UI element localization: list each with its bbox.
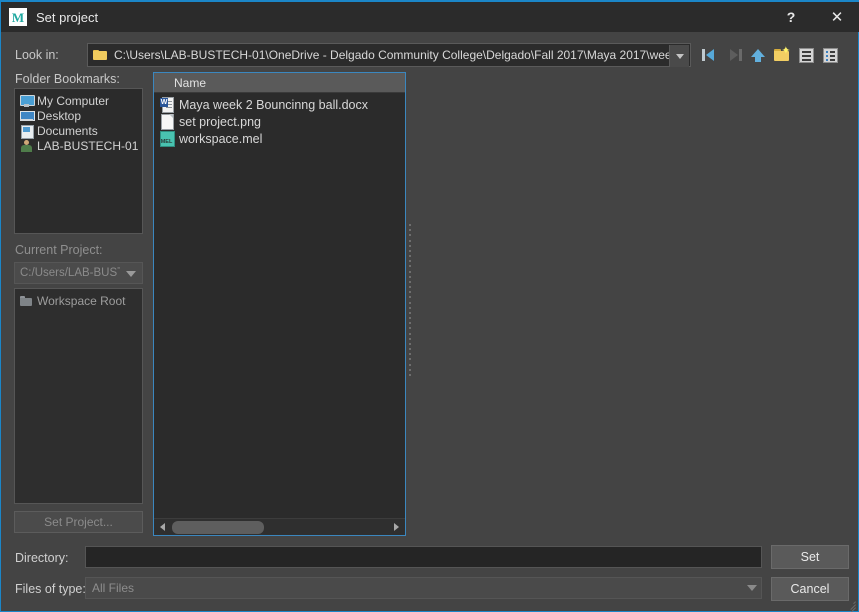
new-folder-icon: ✦ bbox=[773, 45, 791, 62]
arrow-back-bar bbox=[702, 49, 705, 61]
sparkle-icon: ✦ bbox=[781, 45, 791, 57]
bookmark-label: My Computer bbox=[37, 93, 110, 108]
set-button[interactable]: Set bbox=[771, 545, 849, 569]
set-project-button: Set Project... bbox=[14, 511, 143, 533]
look-in-row: Look in: C:\Users\LAB-BUSTECH-01\OneDriv… bbox=[1, 42, 859, 68]
file-list-item[interactable]: set project.png bbox=[154, 113, 405, 130]
current-project-label: Current Project: bbox=[15, 243, 103, 257]
file-name: Maya week 2 Bouncinng ball.docx bbox=[179, 97, 369, 112]
file-list[interactable]: Maya week 2 Bouncinng ball.docx set proj… bbox=[154, 93, 405, 518]
path-combobox[interactable]: C:\Users\LAB-BUSTECH-01\OneDrive - Delga… bbox=[87, 43, 691, 67]
look-in-label: Look in: bbox=[15, 48, 59, 62]
directory-label: Directory: bbox=[15, 551, 69, 565]
cancel-button[interactable]: Cancel bbox=[771, 577, 849, 601]
column-header-label: Name bbox=[174, 75, 207, 90]
detail-view-icon bbox=[822, 47, 838, 63]
list-view-button[interactable] bbox=[795, 44, 817, 66]
column-header-name[interactable]: Name bbox=[154, 73, 405, 93]
desktop-icon bbox=[20, 110, 35, 122]
bookmark-item-desktop[interactable]: Desktop bbox=[15, 108, 142, 123]
current-project-value: C:/Users/LAB-BUSTE( bbox=[20, 267, 120, 279]
bookmark-item-my-computer[interactable]: My Computer bbox=[15, 93, 142, 108]
arrow-back-icon bbox=[706, 49, 714, 61]
files-of-type-value: All Files bbox=[92, 581, 135, 595]
bookmark-item-documents[interactable]: Documents bbox=[15, 123, 142, 139]
folder-bookmarks-list[interactable]: My Computer Desktop Documents LAB-BUSTEC… bbox=[14, 88, 143, 234]
path-value: C:\Users\LAB-BUSTECH-01\OneDrive - Delga… bbox=[114, 48, 685, 62]
arrow-forward-icon bbox=[730, 49, 738, 61]
set-project-dialog: M Set project ? ✕ Look in: C:\Users\LAB-… bbox=[0, 0, 859, 612]
maya-m-logo-icon: M bbox=[9, 8, 27, 26]
bookmark-label: Documents bbox=[37, 123, 98, 138]
computer-icon bbox=[20, 94, 35, 107]
parent-directory-button[interactable] bbox=[747, 44, 769, 66]
scrollbar-track[interactable] bbox=[170, 520, 389, 534]
scrollbar-thumb[interactable] bbox=[172, 520, 264, 534]
resize-grip[interactable] bbox=[843, 596, 856, 612]
folder-bookmarks-label: Folder Bookmarks: bbox=[15, 72, 120, 86]
file-name: set project.png bbox=[179, 114, 261, 129]
logo-letter: M bbox=[11, 9, 25, 25]
file-browser-panel[interactable]: Name Maya week 2 Bouncinng ball.docx set… bbox=[153, 72, 406, 536]
forward-button bbox=[723, 44, 745, 66]
close-icon[interactable]: ✕ bbox=[814, 1, 859, 33]
workspace-root-label: Workspace Root bbox=[37, 294, 126, 308]
file-list-item[interactable]: Maya week 2 Bouncinng ball.docx bbox=[154, 96, 405, 113]
help-button[interactable]: ? bbox=[768, 1, 814, 33]
arrow-up-stem bbox=[755, 55, 761, 62]
file-name: workspace.mel bbox=[179, 131, 263, 146]
files-of-type-label: Files of type: bbox=[15, 582, 86, 596]
mel-script-icon bbox=[160, 131, 175, 147]
navigation-toolbar: ✦ bbox=[699, 44, 841, 66]
documents-icon bbox=[20, 124, 34, 139]
file-list-item[interactable]: workspace.mel bbox=[154, 130, 405, 147]
folder-icon bbox=[93, 49, 108, 61]
word-document-icon bbox=[160, 97, 174, 113]
list-view-icon bbox=[798, 47, 814, 63]
triangle-left-icon[interactable] bbox=[155, 520, 170, 535]
files-of-type-combobox: All Files bbox=[85, 577, 762, 599]
window-title: Set project bbox=[36, 9, 99, 25]
bookmark-label: LAB-BUSTECH-01 bbox=[37, 138, 139, 153]
back-button[interactable] bbox=[699, 44, 721, 66]
triangle-right-icon[interactable] bbox=[389, 520, 404, 535]
workspace-root-item[interactable]: Workspace Root bbox=[15, 293, 142, 309]
image-file-icon bbox=[160, 114, 174, 130]
user-icon bbox=[20, 139, 33, 152]
detail-view-button[interactable] bbox=[819, 44, 841, 66]
current-project-combobox: C:/Users/LAB-BUSTE( bbox=[14, 262, 143, 284]
bookmark-item-lab-bustech-01[interactable]: LAB-BUSTECH-01 bbox=[15, 138, 142, 153]
arrow-forward-bar bbox=[739, 49, 742, 61]
chevron-down-icon[interactable] bbox=[669, 45, 689, 67]
panel-splitter[interactable] bbox=[406, 222, 414, 378]
horizontal-scrollbar[interactable] bbox=[154, 518, 405, 535]
title-bar: M Set project ? ✕ bbox=[1, 0, 859, 32]
bookmark-label: Desktop bbox=[37, 108, 82, 123]
directory-input[interactable] bbox=[85, 546, 762, 568]
chevron-down-icon bbox=[747, 585, 757, 591]
window-controls: ? ✕ bbox=[768, 1, 859, 33]
new-folder-button[interactable]: ✦ bbox=[771, 44, 793, 66]
folder-icon bbox=[20, 296, 32, 306]
workspace-root-tree[interactable]: Workspace Root bbox=[14, 288, 143, 504]
chevron-down-icon bbox=[121, 264, 141, 284]
